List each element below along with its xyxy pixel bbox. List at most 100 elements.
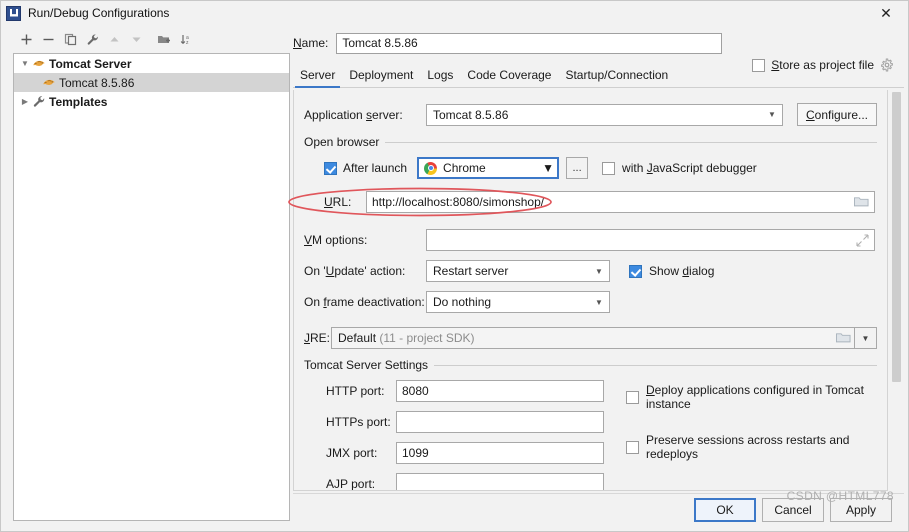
url-label: URL:: [324, 195, 352, 209]
js-debugger-label: with JavaScript debugger: [622, 161, 757, 175]
deploy-applications-checkbox[interactable]: [626, 390, 639, 404]
folder-add-icon[interactable]: [153, 28, 175, 50]
after-launch-row: After launch Chrome ▼ ... with JavaScrip…: [304, 157, 877, 179]
chevron-down-icon: ▼: [768, 110, 776, 119]
browse-browser-button[interactable]: ...: [566, 157, 589, 179]
configurations-panel: a z ▼ Tomcat Server Tomcat 8.5.86 ▶ Temp…: [7, 27, 290, 521]
configurations-tree[interactable]: ▼ Tomcat Server Tomcat 8.5.86 ▶ Template…: [13, 53, 290, 521]
application-server-value: Tomcat 8.5.86: [433, 107, 509, 122]
vm-options-field[interactable]: [426, 229, 875, 251]
after-launch-checkbox[interactable]: [324, 161, 337, 175]
dialog-title: Run/Debug Configurations: [28, 6, 170, 20]
chevron-down-icon: ▼: [542, 161, 555, 175]
folder-icon[interactable]: [836, 332, 851, 344]
group-divider: [434, 364, 877, 366]
js-debugger-checkbox[interactable]: [602, 161, 616, 175]
ajp-port-row: AJP port:: [304, 473, 604, 491]
tree-item-label: Templates: [49, 94, 108, 109]
copy-icon[interactable]: [59, 28, 81, 50]
expand-icon[interactable]: [856, 233, 869, 247]
chrome-icon: [424, 161, 438, 175]
add-button[interactable]: [15, 28, 37, 50]
tomcat-server-settings-group: Tomcat Server Settings HTTP port: HTTPs …: [304, 358, 877, 491]
http-port-label: HTTP port:: [326, 384, 385, 398]
http-port-input[interactable]: [396, 380, 604, 402]
https-port-label: HTTPs port:: [326, 415, 391, 429]
tomcat-icon: [43, 79, 55, 85]
tab-logs[interactable]: Logs: [420, 66, 460, 87]
scrollbar-thumb[interactable]: [892, 92, 901, 382]
close-icon[interactable]: ✕: [864, 1, 908, 25]
show-dialog-label: Show dialog: [649, 264, 715, 278]
on-frame-deactivation-row: On frame deactivation: Do nothing ▼: [304, 291, 877, 313]
chevron-down-icon[interactable]: ▼: [18, 57, 32, 71]
name-row: Name:: [293, 32, 904, 54]
configure-button[interactable]: Configure...: [797, 103, 877, 126]
show-dialog-checkbox[interactable]: [629, 264, 642, 278]
tomcat-server-settings-title: Tomcat Server Settings: [304, 358, 877, 372]
tree-item-tomcat-8-5-86[interactable]: Tomcat 8.5.86: [14, 73, 289, 92]
intellij-idea-icon: [6, 5, 21, 21]
ajp-port-label: AJP port:: [326, 477, 376, 491]
move-up-button[interactable]: [103, 28, 125, 50]
open-browser-group: Open browser After launch Chrome ▼ ... w…: [304, 135, 877, 179]
wrench-icon[interactable]: [81, 28, 103, 50]
configuration-editor: Name: Store as project file Server Deplo…: [293, 27, 904, 522]
jre-dropdown-button[interactable]: ▼: [855, 327, 877, 349]
jmx-port-row: JMX port:: [304, 442, 604, 464]
ports-column: HTTP port: HTTPs port: JMX port: AJ: [304, 380, 604, 491]
watermark: CSDN @HTML778: [786, 489, 894, 503]
jre-field[interactable]: Default (11 - project SDK): [331, 327, 855, 349]
on-update-action-combo[interactable]: Restart server ▼: [426, 260, 610, 282]
on-frame-deactivation-combo[interactable]: Do nothing ▼: [426, 291, 610, 313]
gear-icon[interactable]: [880, 58, 894, 72]
vm-options-label: VM options:: [304, 233, 368, 247]
chevron-down-icon: ▼: [595, 266, 603, 276]
content-scrollbar[interactable]: [889, 90, 903, 491]
tab-deployment[interactable]: Deployment: [342, 66, 420, 87]
tree-item-label: Tomcat Server: [49, 56, 132, 71]
url-field[interactable]: http://localhost:8080/simonshop/: [366, 191, 875, 213]
preserve-sessions-row: Preserve sessions across restarts and re…: [626, 433, 877, 461]
ajp-port-input[interactable]: [396, 473, 604, 490]
on-update-action-row: On 'Update' action: Restart server ▼ Sho…: [304, 260, 877, 282]
application-server-combo[interactable]: Tomcat 8.5.86 ▼: [426, 103, 783, 126]
preserve-sessions-checkbox[interactable]: [626, 440, 639, 454]
on-update-action-label: On 'Update' action:: [304, 264, 406, 278]
jre-label: JRE:: [304, 331, 331, 345]
tomcat-icon: [33, 60, 45, 66]
tree-item-templates[interactable]: ▶ Templates: [14, 92, 289, 111]
after-launch-label: After launch: [343, 161, 408, 175]
open-browser-label: Open browser: [304, 135, 380, 149]
tab-startup-connection[interactable]: Startup/Connection: [558, 66, 675, 87]
move-down-button[interactable]: [125, 28, 147, 50]
store-as-project-file-checkbox[interactable]: [752, 58, 766, 72]
deploy-applications-row: Deploy applications configured in Tomcat…: [626, 383, 877, 411]
sort-az-icon[interactable]: a z: [175, 28, 197, 50]
browser-value: Chrome: [443, 161, 486, 175]
tab-server[interactable]: Server: [293, 66, 342, 88]
tree-item-tomcat-server[interactable]: ▼ Tomcat Server: [14, 54, 289, 73]
https-port-input[interactable]: [396, 411, 604, 433]
server-tab-content: Application server: Tomcat 8.5.86 ▼ Conf…: [293, 90, 888, 491]
store-as-project-file-row: Store as project file: [752, 58, 894, 72]
chevron-right-icon[interactable]: ▶: [18, 95, 32, 109]
https-port-row: HTTPs port:: [304, 411, 604, 433]
vm-options-row: VM options:: [304, 229, 877, 251]
url-field-row: URL: http://localhost:8080/simonshop/: [304, 191, 877, 213]
jre-value: Default: [338, 331, 377, 345]
on-frame-deactivation-label: On frame deactivation:: [304, 295, 425, 309]
remove-button[interactable]: [37, 28, 59, 50]
jre-row: JRE: Default (11 - project SDK) ▼: [304, 327, 877, 349]
browser-combo[interactable]: Chrome ▼: [417, 157, 560, 179]
folder-icon[interactable]: [854, 196, 869, 208]
name-input[interactable]: [336, 32, 723, 54]
jmx-port-input[interactable]: [396, 442, 604, 464]
options-column: Deploy applications configured in Tomcat…: [626, 380, 877, 490]
ok-button[interactable]: OK: [694, 498, 756, 522]
name-label: Name:: [293, 36, 329, 50]
chevron-down-icon: ▼: [595, 297, 603, 307]
url-value: http://localhost:8080/simonshop/: [372, 195, 545, 209]
tab-code-coverage[interactable]: Code Coverage: [460, 66, 558, 87]
preserve-sessions-label: Preserve sessions across restarts and re…: [646, 433, 850, 461]
